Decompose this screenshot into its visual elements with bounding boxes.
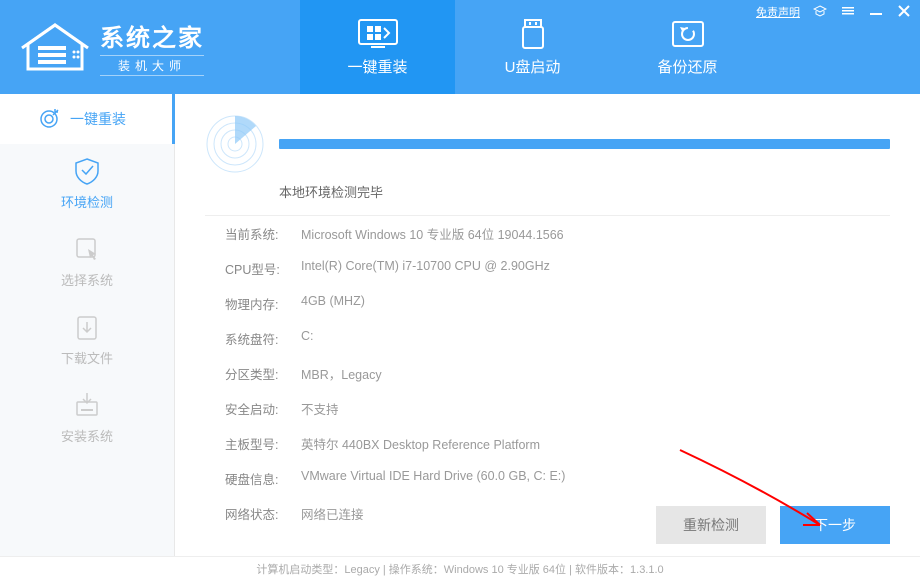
info-row: 安全启动:不支持 [205, 391, 890, 426]
titlebar-controls: 免责声明 [756, 4, 912, 20]
retry-button[interactable]: 重新检测 [656, 506, 766, 544]
shield-check-icon [72, 156, 102, 186]
target-icon [38, 108, 60, 130]
info-row: 系统盘符:C: [205, 321, 890, 356]
main-tabs: 一键重装 U盘启动 备份还原 [300, 0, 765, 94]
sidebar-item-label: 选择系统 [61, 270, 113, 289]
restore-icon [667, 18, 709, 50]
info-row: 分区类型:MBR，Legacy [205, 356, 890, 391]
next-button[interactable]: 下一步 [780, 506, 890, 544]
info-row: CPU型号:Intel(R) Core(TM) i7-10700 CPU @ 2… [205, 251, 890, 286]
tab-label: U盘启动 [505, 56, 561, 77]
select-icon [72, 234, 102, 264]
status-bar: 计算机启动类型：Legacy | 操作系统：Windows 10 专业版 64位… [0, 556, 920, 580]
sidebar-item-label: 下载文件 [61, 348, 113, 367]
system-info-list: 当前系统:Microsoft Windows 10 专业版 64位 19044.… [205, 215, 890, 531]
sidebar-item-select-system[interactable]: 选择系统 [0, 222, 174, 300]
usb-icon [512, 18, 554, 50]
logo-title: 系统之家 [100, 18, 204, 53]
info-row: 硬盘信息:VMware Virtual IDE Hard Drive (60.0… [205, 461, 890, 496]
radar-icon [205, 114, 265, 174]
info-row: 物理内存:4GB (MHZ) [205, 286, 890, 321]
sidebar-item-env-check[interactable]: 环境检测 [0, 144, 174, 222]
menu-icon[interactable] [840, 5, 856, 20]
sidebar-header-label: 一键重装 [70, 109, 126, 129]
main-content: 本地环境检测完毕 当前系统:Microsoft Windows 10 专业版 6… [175, 94, 920, 556]
download-icon [72, 312, 102, 342]
sidebar: 一键重装 环境检测 选择系统 下载文件 [0, 94, 175, 556]
tab-label: 一键重装 [347, 56, 407, 77]
progress-bar [279, 139, 890, 149]
tab-usb-boot[interactable]: U盘启动 [455, 0, 610, 94]
sidebar-header-reinstall[interactable]: 一键重装 [0, 94, 175, 144]
close-button[interactable] [896, 5, 912, 20]
info-row: 当前系统:Microsoft Windows 10 专业版 64位 19044.… [205, 216, 890, 251]
install-icon [72, 390, 102, 420]
graduate-icon[interactable] [812, 5, 828, 20]
logo-house-icon [20, 22, 90, 72]
tab-backup-restore[interactable]: 备份还原 [610, 0, 765, 94]
sidebar-item-label: 安装系统 [61, 426, 113, 445]
tab-reinstall[interactable]: 一键重装 [300, 0, 455, 94]
status-text: 本地环境检测完毕 [279, 182, 890, 201]
app-header: 系统之家 装机大师 一键重装 U盘启动 [0, 0, 920, 94]
sidebar-item-install[interactable]: 安装系统 [0, 378, 174, 456]
minimize-button[interactable] [868, 5, 884, 20]
logo-subtitle: 装机大师 [100, 55, 204, 76]
logo-area: 系统之家 装机大师 [0, 18, 300, 76]
sidebar-item-download[interactable]: 下载文件 [0, 300, 174, 378]
sidebar-item-label: 环境检测 [61, 192, 113, 211]
monitor-icon [357, 18, 399, 50]
info-row: 主板型号:英特尔 440BX Desktop Reference Platfor… [205, 426, 890, 461]
disclaimer-link[interactable]: 免责声明 [756, 4, 800, 20]
tab-label: 备份还原 [657, 56, 717, 77]
